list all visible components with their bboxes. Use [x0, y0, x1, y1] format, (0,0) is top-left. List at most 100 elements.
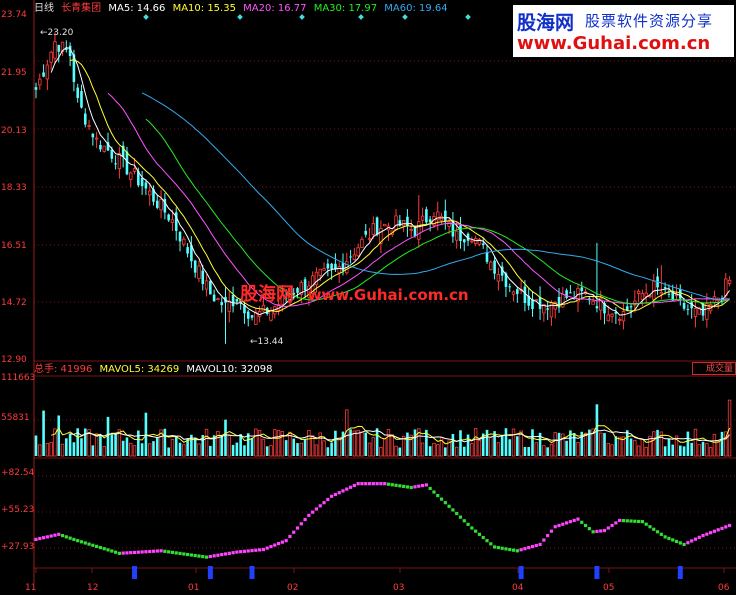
- volume-bar: [656, 429, 659, 456]
- volume-bar: [436, 444, 440, 457]
- volume-bar: [712, 433, 717, 457]
- volume-bar: [504, 428, 508, 456]
- indicator-dot: [447, 504, 451, 508]
- indicator-dot: [204, 555, 209, 559]
- candle-body: [610, 313, 614, 317]
- volume-bar: [144, 412, 148, 456]
- volume-bar: [500, 436, 504, 456]
- indicator-dot: [57, 532, 61, 536]
- candle-body: [231, 294, 235, 307]
- volume-bar: [693, 428, 698, 457]
- volume-bar: [379, 446, 383, 457]
- volume-bar: [708, 447, 713, 457]
- volume-bar: [326, 447, 330, 456]
- indicator-dot: [91, 543, 95, 547]
- volume-bar: [470, 443, 474, 457]
- volume-bar: [444, 447, 447, 456]
- indicator-dot: [542, 538, 546, 542]
- volume-bar: [633, 440, 637, 457]
- indicator-dot: [625, 519, 629, 523]
- volume-bar: [614, 436, 618, 456]
- indicator-dot: [220, 553, 224, 557]
- indicator-dot: [417, 484, 421, 488]
- indicator-dot: [485, 539, 489, 543]
- volume-bar: [209, 445, 212, 456]
- indicator-dot: [720, 526, 724, 530]
- indicator-dot: [167, 550, 171, 554]
- candle-body: [182, 238, 186, 245]
- candle-body: [659, 291, 664, 295]
- indicator-dot: [693, 537, 698, 541]
- candle-body: [644, 292, 648, 297]
- indicator-dot: [117, 551, 121, 555]
- indicator-dot: [151, 549, 156, 553]
- indicator-dot: [443, 501, 447, 505]
- indicator-dot: [504, 547, 508, 551]
- volume-bar: [572, 433, 576, 456]
- indicator-dot: [682, 542, 686, 547]
- volume-bar: [531, 429, 534, 456]
- indicator-dot: [591, 530, 595, 534]
- candle-body: [352, 254, 357, 260]
- indicator-dot: [212, 554, 216, 558]
- candle-body: [322, 268, 326, 271]
- volume-bar: [549, 443, 554, 457]
- volume-bar: [296, 443, 299, 456]
- indicator-dot: [125, 551, 129, 555]
- indicator-dot: [322, 501, 326, 505]
- volume-bar: [38, 444, 42, 457]
- signal-marker: [594, 566, 600, 579]
- ma10-value: MA10: 15.35: [172, 3, 236, 14]
- volume-bar: [147, 443, 152, 457]
- indicator-dot: [379, 482, 383, 486]
- candle-body: [534, 299, 538, 302]
- candle-body: [209, 280, 212, 295]
- indicator-dot: [333, 492, 338, 497]
- indicator-dot: [34, 537, 38, 541]
- indicator-dot: [413, 485, 417, 489]
- volume-bar: [182, 444, 186, 457]
- indicator-dot: [595, 529, 599, 533]
- volume-bar: [349, 429, 352, 456]
- period-label[interactable]: 日线: [34, 3, 54, 14]
- indicator-dot: [519, 548, 523, 552]
- indicator-dot: [492, 545, 497, 549]
- indicator-dot: [553, 525, 557, 529]
- indicator-dot: [583, 523, 588, 528]
- volume-bar: [663, 446, 667, 456]
- volume-indicator-button[interactable]: 成交量: [692, 362, 736, 375]
- indicator-dot: [102, 547, 106, 551]
- candle-body: [481, 243, 485, 246]
- volume-bar: [132, 445, 137, 457]
- indicator-dot: [292, 530, 296, 534]
- volume-bar: [204, 428, 209, 457]
- indicator-dot: [610, 523, 614, 528]
- x-axis-label: 11: [25, 583, 37, 593]
- indicator-dot: [621, 519, 626, 523]
- volume-bar: [224, 419, 227, 456]
- candle-body: [110, 149, 114, 159]
- indicator-dot: [614, 521, 618, 525]
- indicator-dot: [709, 531, 713, 535]
- volume-bar: [45, 443, 50, 457]
- indicator-dot: [398, 484, 402, 488]
- volume-bar: [360, 431, 364, 457]
- indicator-dot: [705, 532, 709, 536]
- candle-body: [360, 238, 364, 248]
- volume-bar: [99, 434, 102, 456]
- high-price-value: 23.20: [47, 28, 74, 38]
- candle-body: [591, 300, 595, 305]
- indicator-dot: [534, 543, 538, 548]
- signal-marker: [518, 566, 524, 579]
- price-axis-label: 23.74: [1, 10, 27, 20]
- volume-bar: [413, 429, 417, 456]
- indicator-dot: [659, 532, 663, 536]
- volume-bar: [265, 446, 269, 456]
- volume-bar: [716, 441, 720, 457]
- indicator-dot: [637, 519, 641, 524]
- x-axis-label: 02: [287, 583, 299, 593]
- indicator-dot: [155, 549, 159, 553]
- indicator-dot: [227, 551, 231, 555]
- indicator-dot: [174, 551, 178, 555]
- volume-bar: [303, 439, 307, 456]
